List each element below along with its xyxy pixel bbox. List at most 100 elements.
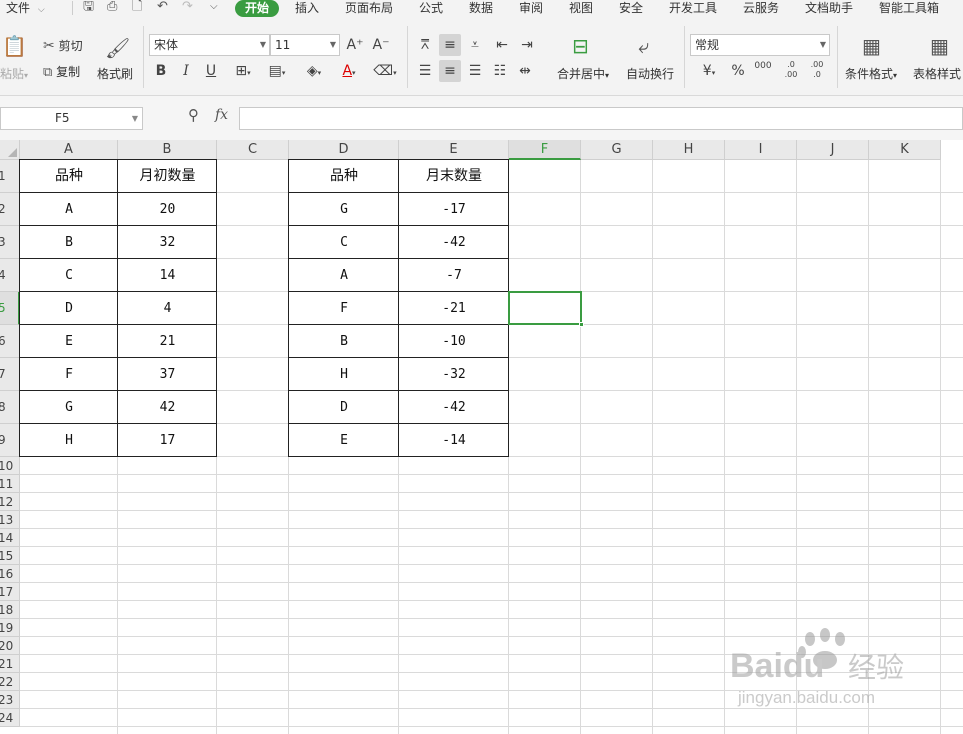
tab-review[interactable]: 审阅 (519, 0, 543, 18)
print-icon[interactable]: ⎙ (107, 0, 117, 16)
percent-button[interactable]: % (727, 60, 749, 82)
zoom-search-icon[interactable]: ⚲ (188, 106, 206, 126)
row-header-9[interactable]: 9 (0, 424, 20, 457)
table1-cell[interactable]: 14 (118, 259, 217, 292)
row-header-23[interactable]: 23 (0, 691, 20, 709)
table1-cell[interactable]: 37 (118, 358, 217, 391)
justify-icon[interactable]: ☷ (489, 60, 511, 82)
table2-cell[interactable]: H (289, 358, 399, 391)
formula-input[interactable] (239, 107, 963, 130)
table1-header-cell[interactable]: 品种 (20, 160, 118, 193)
menu-file[interactable]: 文件 ⌵ (6, 0, 45, 18)
font-name-select[interactable]: 宋体 ▼ (149, 34, 270, 56)
tab-smart-toolbox[interactable]: 智能工具箱 (879, 0, 939, 18)
row-header-16[interactable]: 16 (0, 565, 20, 583)
row-header-18[interactable]: 18 (0, 601, 20, 619)
table2-cell[interactable]: -17 (399, 193, 509, 226)
table1-cell[interactable]: 20 (118, 193, 217, 226)
redo-icon[interactable]: ↷ (182, 0, 193, 16)
shrink-font-button[interactable]: A⁻ (370, 34, 392, 56)
increase-indent-icon[interactable]: ⇥ (516, 34, 538, 56)
table2-cell[interactable]: -10 (399, 325, 509, 358)
name-box[interactable]: F5 ▼ (0, 107, 143, 130)
table1-cell[interactable]: 32 (118, 226, 217, 259)
row-header-10[interactable]: 10 (0, 457, 20, 475)
row-header-8[interactable]: 8 (0, 391, 20, 424)
row-header-13[interactable]: 13 (0, 511, 20, 529)
table1-cell[interactable]: B (20, 226, 118, 259)
merge-center-icon[interactable]: ⊟ (572, 34, 589, 58)
fill-handle[interactable] (579, 322, 584, 327)
row-header-24[interactable]: 24 (0, 709, 20, 727)
cell-style-icon[interactable]: ▤▾ (262, 60, 292, 82)
currency-icon[interactable]: ¥▾ (694, 60, 724, 82)
format-painter-button[interactable]: 格式刷 (97, 65, 133, 82)
row-header-22[interactable]: 22 (0, 673, 20, 691)
row-header-2[interactable]: 2 (0, 193, 20, 226)
table2-cell[interactable]: D (289, 391, 399, 424)
row-header-6[interactable]: 6 (0, 325, 20, 358)
decrease-decimal-button[interactable]: .00 .0 (806, 60, 828, 82)
wrap-text-icon[interactable]: ⤶ (638, 34, 649, 58)
table1-cell[interactable]: D (20, 292, 118, 325)
column-header-e[interactable]: E (399, 140, 509, 160)
table2-header-cell[interactable]: 品种 (289, 160, 399, 193)
table2-header-cell[interactable]: 月末数量 (399, 160, 509, 193)
table2-cell[interactable]: -14 (399, 424, 509, 457)
row-header-14[interactable]: 14 (0, 529, 20, 547)
column-header-a[interactable]: A (20, 140, 118, 160)
table1-cell[interactable]: E (20, 325, 118, 358)
grow-font-button[interactable]: A⁺ (344, 34, 366, 56)
tab-formulas[interactable]: 公式 (419, 0, 443, 18)
table1-cell[interactable]: A (20, 193, 118, 226)
undo-icon[interactable]: ↶ (157, 0, 168, 16)
table2-cell[interactable]: A (289, 259, 399, 292)
insert-function-button[interactable]: fx (215, 107, 228, 123)
tab-insert[interactable]: 插入 (295, 0, 319, 18)
eraser-icon[interactable]: ⌫▾ (370, 60, 400, 82)
row-header-7[interactable]: 7 (0, 358, 20, 391)
table1-cell[interactable]: H (20, 424, 118, 457)
tab-security[interactable]: 安全 (619, 0, 643, 18)
row-header-17[interactable]: 17 (0, 583, 20, 601)
merge-center-button[interactable]: 合并居中▾ (557, 65, 609, 82)
tab-page-layout[interactable]: 页面布局 (345, 0, 393, 18)
tab-data[interactable]: 数据 (469, 0, 493, 18)
font-color-button[interactable]: A▾ (334, 60, 364, 82)
table1-header-cell[interactable]: 月初数量 (118, 160, 217, 193)
save-icon[interactable]: 🖫 (83, 0, 94, 16)
row-header-15[interactable]: 15 (0, 547, 20, 565)
table2-cell[interactable]: -32 (399, 358, 509, 391)
thousands-button[interactable]: 000 (752, 60, 774, 82)
cut-button[interactable]: ✂ 剪切 (43, 37, 83, 54)
distribute-icon[interactable]: ⇹ (514, 60, 536, 82)
row-header-4[interactable]: 4 (0, 259, 20, 292)
conditional-format-button[interactable]: 条件格式▾ (845, 65, 897, 82)
table2-cell[interactable]: -21 (399, 292, 509, 325)
row-header-11[interactable]: 11 (0, 475, 20, 493)
column-header-j[interactable]: J (797, 140, 869, 160)
tab-doc-assistant[interactable]: 文档助手 (805, 0, 853, 18)
table2-cell[interactable]: F (289, 292, 399, 325)
print-preview-icon[interactable]: 🗋 (132, 0, 142, 16)
table2-cell[interactable]: E (289, 424, 399, 457)
number-format-select[interactable]: 常规 ▼ (690, 34, 830, 56)
decrease-indent-icon[interactable]: ⇤ (491, 34, 513, 56)
wrap-text-button[interactable]: 自动换行 (626, 65, 674, 82)
table1-cell[interactable]: 4 (118, 292, 217, 325)
table2-cell[interactable]: -42 (399, 391, 509, 424)
column-header-d[interactable]: D (289, 140, 399, 160)
column-header-h[interactable]: H (653, 140, 725, 160)
conditional-format-icon[interactable]: ▦ (862, 34, 881, 58)
row-header-12[interactable]: 12 (0, 493, 20, 511)
table2-cell[interactable]: B (289, 325, 399, 358)
column-header-k[interactable]: K (869, 140, 941, 160)
active-cell-selection[interactable] (508, 291, 584, 327)
table-style-button[interactable]: 表格样式 (913, 65, 961, 82)
table2-cell[interactable]: -7 (399, 259, 509, 292)
row-header-3[interactable]: 3 (0, 226, 20, 259)
table2-cell[interactable]: -42 (399, 226, 509, 259)
italic-button[interactable]: I (175, 60, 197, 82)
table1-cell[interactable]: F (20, 358, 118, 391)
row-header-20[interactable]: 20 (0, 637, 20, 655)
